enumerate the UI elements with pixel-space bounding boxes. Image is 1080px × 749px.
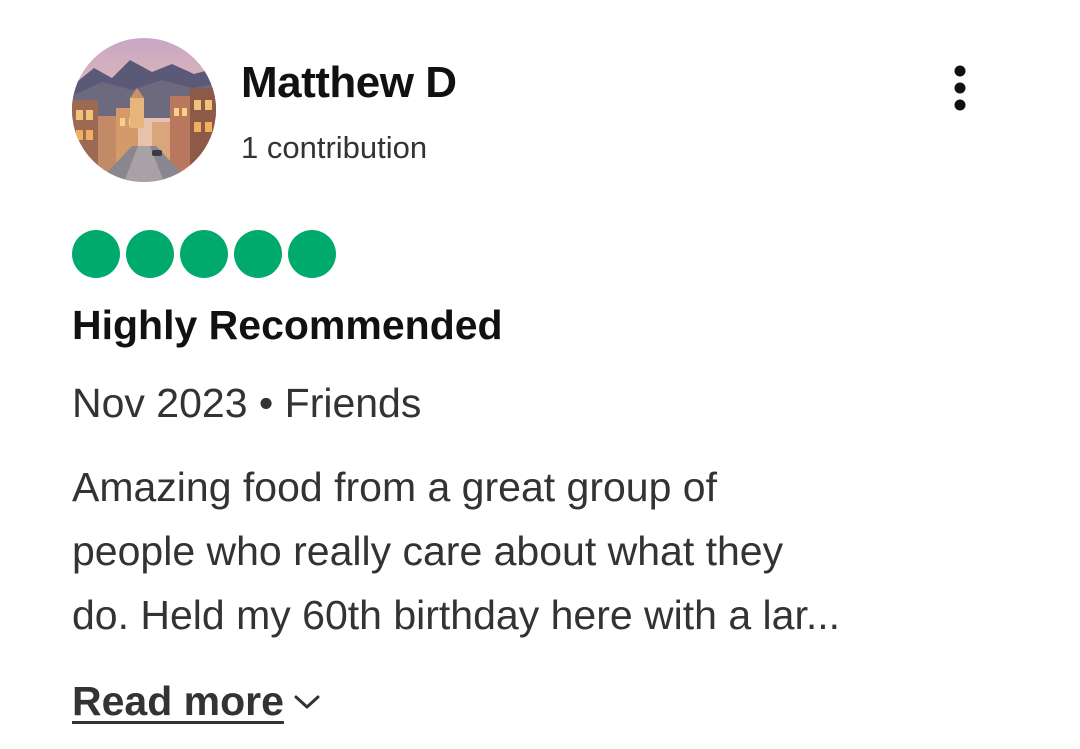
user-name[interactable]: Matthew D (241, 58, 457, 108)
read-more-label: Read more (72, 678, 284, 724)
rating-bubble (288, 230, 336, 278)
review-body: Amazing food from a great group of peopl… (72, 455, 1002, 647)
user-avatar[interactable] (72, 38, 216, 182)
review-body-line: do. Held my 60th birthday here with a la… (72, 592, 841, 638)
review-meta: Nov 2023 • Friends (72, 380, 422, 426)
rating-bubbles (72, 230, 336, 278)
review-body-line: Amazing food from a great group of (72, 464, 717, 510)
more-options-button[interactable] (936, 58, 984, 118)
rating-bubble (72, 230, 120, 278)
chevron-down-icon (294, 695, 320, 708)
rating-bubble (180, 230, 228, 278)
read-more-button[interactable]: Read more (72, 678, 320, 725)
contribution-count: 1 contribution (241, 130, 428, 165)
vertical-ellipsis-icon (954, 65, 966, 111)
rating-bubble (234, 230, 282, 278)
street-town-photo-icon (72, 38, 216, 182)
review-title: Highly Recommended (72, 302, 503, 348)
rating-bubble (126, 230, 174, 278)
review-card: Matthew D 1 contribution Highly Recommen… (0, 0, 1080, 749)
review-body-line: people who really care about what they (72, 528, 784, 574)
